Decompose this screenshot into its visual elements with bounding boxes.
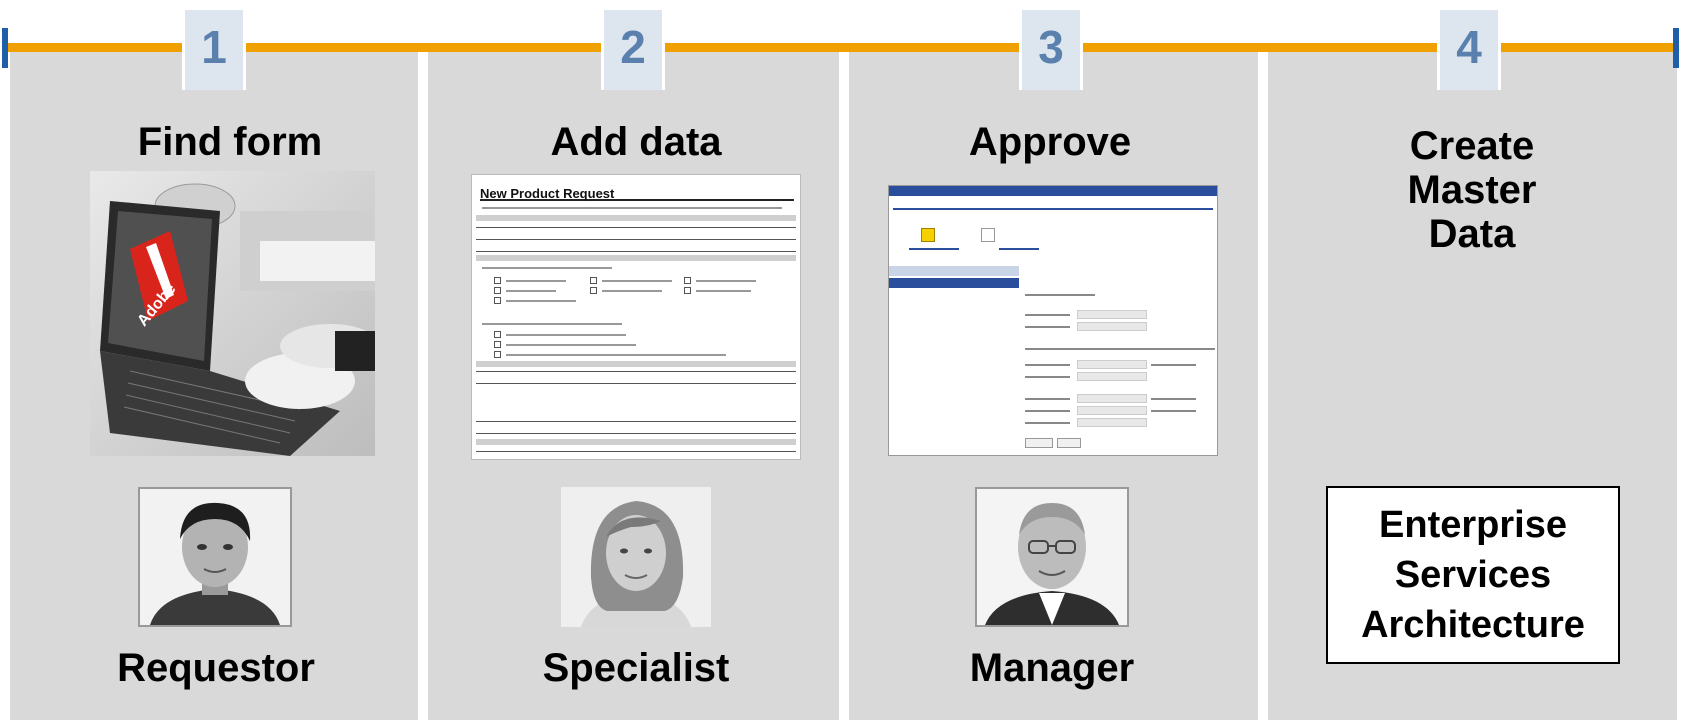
step-2-role: Specialist: [542, 646, 730, 690]
approval-screen-thumbnail: [888, 185, 1218, 456]
timeline-start-marker: [2, 28, 8, 68]
step-1-role: Requestor: [117, 646, 315, 690]
step-4-title: Create Master Data: [1407, 124, 1537, 256]
form-title: New Product Request: [480, 186, 615, 201]
step-2-number-badge: 2: [601, 10, 665, 90]
step-3-role: Manager: [969, 646, 1135, 690]
step-3-number-badge: 3: [1019, 10, 1083, 90]
enterprise-services-architecture-box: Enterprise Services Architecture: [1326, 486, 1620, 664]
step-1-title: Find form: [137, 120, 323, 164]
step-3-title: Approve: [968, 120, 1132, 164]
requestor-portrait: [138, 487, 292, 627]
timeline-line: [8, 43, 1673, 52]
laptop-photo: Adobe: [90, 171, 375, 456]
step-1-number-badge: 1: [182, 10, 246, 90]
timeline-end-marker: [1673, 28, 1679, 68]
manager-portrait: [975, 487, 1129, 627]
step-2-title: Add data: [550, 120, 722, 164]
step-4-number-badge: 4: [1437, 10, 1501, 90]
product-request-form-thumbnail: New Product Request: [471, 174, 801, 460]
specialist-portrait: [561, 487, 711, 627]
